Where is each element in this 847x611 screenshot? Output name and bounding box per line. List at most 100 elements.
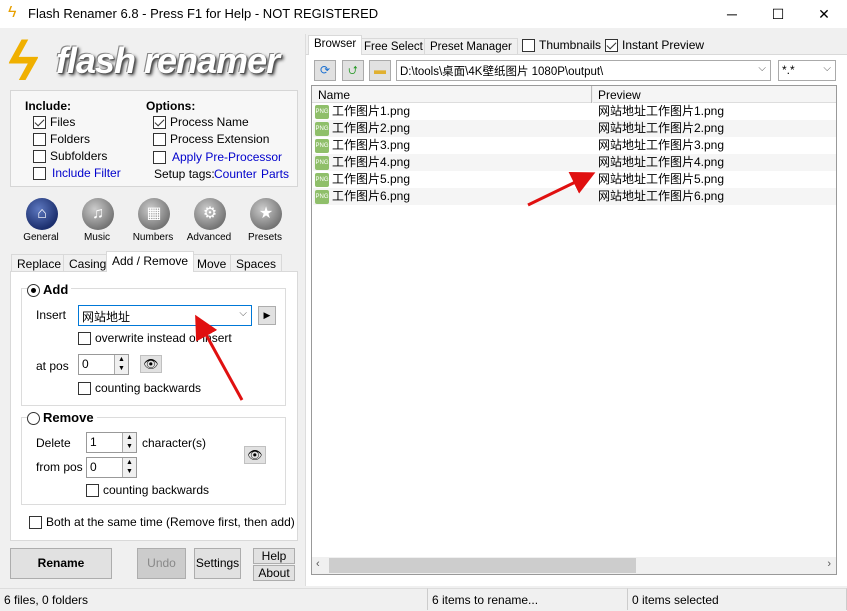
file-row[interactable]: PNG 工作图片6.png 网站地址工作图片6.png [313, 188, 836, 205]
scroll-left-icon[interactable]: ‹ [316, 558, 320, 570]
both-same-time-checkbox[interactable]: Both at the same time (Remove first, the… [29, 515, 295, 530]
file-row[interactable]: PNG 工作图片4.png 网站地址工作图片4.png [313, 154, 836, 171]
characters-label: character(s) [142, 436, 207, 450]
tab-replace[interactable]: Replace [11, 254, 68, 272]
counter-link[interactable]: Counter [214, 167, 257, 181]
folder-up-icon: ⮍ [348, 63, 358, 77]
maximize-button[interactable]: ☐ [755, 0, 801, 28]
tab-spaces[interactable]: Spaces [230, 254, 283, 272]
remove-counting-backwards-checkbox[interactable]: counting backwards [86, 483, 209, 498]
from-pos-stepper[interactable]: 0 ▲ ▼ [86, 457, 137, 478]
column-preview[interactable]: Preview [598, 88, 641, 102]
preview-eye-button[interactable]: 👁 [140, 355, 162, 373]
insert-label: Insert [36, 308, 67, 322]
file-row[interactable]: PNG 工作图片3.png 网站地址工作图片3.png [313, 137, 836, 154]
refresh-icon: ⟳ [319, 63, 331, 77]
status-files: 6 files, 0 folders [0, 588, 428, 610]
overwrite-checkbox[interactable]: overwrite instead of insert [78, 331, 232, 346]
folders-checkbox[interactable]: Folders [33, 132, 90, 147]
file-row[interactable]: PNG 工作图片5.png 网站地址工作图片5.png [313, 171, 836, 188]
file-list[interactable]: Name Preview PNG 工作图片1.png 网站地址工作图片1.png P… [311, 85, 837, 575]
instant-preview-checkbox[interactable]: Instant Preview [605, 38, 704, 53]
category-label: Numbers [132, 232, 174, 243]
png-file-icon: PNG [315, 121, 329, 136]
png-file-icon: PNG [315, 104, 329, 119]
at-pos-label: at pos [36, 359, 69, 373]
settings-button[interactable]: Settings [194, 548, 241, 579]
parts-link[interactable]: Parts [261, 167, 289, 181]
setup-tags-label: Setup tags: [154, 167, 215, 181]
process-extension-checkbox[interactable]: Process Extension [153, 132, 269, 147]
tab-move[interactable]: Move [191, 254, 233, 272]
category-advanced[interactable]: ⚙ [194, 198, 226, 230]
list-header: Name Preview [312, 86, 836, 103]
include-options-box: Include: Files Folders Subfolders Includ… [10, 90, 298, 187]
home-icon: ⌂ [26, 198, 58, 230]
include-filter-checkbox[interactable]: Include Filter [33, 166, 121, 181]
window-title: Flash Renamer 6.8 - Press F1 for Help - … [28, 6, 379, 21]
close-button[interactable]: ✕ [801, 0, 847, 28]
include-heading: Include: [25, 99, 72, 113]
refresh-button[interactable]: ⟳ [314, 60, 336, 81]
add-remove-panel: Add Insert 网站地址 ⌵ ▶ overwrite instead of… [10, 271, 298, 541]
horizontal-scrollbar[interactable]: ‹ › [312, 557, 836, 574]
insert-combobox[interactable]: 网站地址 ⌵ [78, 305, 252, 326]
scroll-right-icon[interactable]: › [827, 558, 831, 570]
tab-preset-manager[interactable]: Preset Manager [424, 38, 518, 55]
status-to-rename: 6 items to rename... [428, 588, 628, 610]
insert-menu-button[interactable]: ▶ [258, 306, 276, 325]
status-selected: 0 items selected [628, 588, 847, 610]
browse-folder-button[interactable]: ▬ [369, 60, 391, 81]
files-checkbox[interactable]: Files [33, 115, 75, 130]
about-button[interactable]: About [253, 565, 295, 581]
png-file-icon: PNG [315, 189, 329, 204]
app-lightning-icon: ϟ [8, 4, 17, 21]
from-pos-label: from pos [36, 460, 83, 474]
options-heading: Options: [146, 99, 196, 113]
category-label: General [23, 232, 59, 243]
category-label: Presets [248, 232, 282, 243]
tab-add-remove[interactable]: Add / Remove [106, 251, 195, 272]
chevron-down-icon: ⌵ [823, 63, 831, 74]
at-pos-stepper[interactable]: 0 ▲ ▼ [78, 354, 129, 375]
play-icon: ▶ [263, 310, 271, 320]
help-button[interactable]: Help [253, 548, 295, 564]
delete-label: Delete [36, 436, 71, 450]
filter-combobox[interactable]: *.* ⌵ [778, 60, 836, 81]
tab-casing[interactable]: Casing [63, 254, 113, 272]
tab-free-select[interactable]: Free Select [358, 38, 429, 55]
eye-icon: 👁 [247, 448, 263, 462]
file-row[interactable]: PNG 工作图片1.png 网站地址工作图片1.png [313, 103, 836, 120]
chevron-down-icon: ⌵ [239, 308, 247, 319]
minimize-button[interactable]: ─ [709, 0, 755, 28]
remove-preview-eye-button[interactable]: 👁 [244, 446, 266, 464]
category-music[interactable]: ♫ [82, 198, 114, 230]
title-bar: ϟ Flash Renamer 6.8 - Press F1 for Help … [0, 0, 847, 28]
star-icon: ★ [250, 198, 282, 230]
thumbnails-checkbox[interactable]: Thumbnails [522, 38, 601, 53]
logo-text: flash renamer [56, 40, 280, 81]
gear-icon: ⚙ [194, 198, 226, 230]
undo-button[interactable]: Undo [137, 548, 186, 579]
column-name[interactable]: Name [318, 88, 350, 102]
scrollbar-thumb[interactable] [329, 558, 636, 573]
remove-radio[interactable]: Remove [27, 410, 97, 426]
apply-preprocessor-checkbox[interactable]: Apply Pre-Processor [153, 150, 282, 165]
parent-folder-button[interactable]: ⮍ [342, 60, 364, 81]
file-row[interactable]: PNG 工作图片2.png 网站地址工作图片2.png [313, 120, 836, 137]
category-general[interactable]: ⌂ [26, 198, 58, 230]
subfolders-checkbox[interactable]: Subfolders [33, 149, 107, 164]
process-name-checkbox[interactable]: Process Name [153, 115, 249, 130]
delete-count-stepper[interactable]: 1 ▲ ▼ [86, 432, 137, 453]
category-presets[interactable]: ★ [250, 198, 282, 230]
lightning-logo-icon: ϟ [8, 29, 38, 92]
png-file-icon: PNG [315, 138, 329, 153]
path-combobox[interactable]: D:\tools\桌面\4K壁纸图片 1080P\output\ ⌵ [396, 60, 771, 81]
tab-browser[interactable]: Browser [308, 35, 363, 55]
logo: ϟ flash renamer [4, 29, 304, 92]
add-counting-backwards-checkbox[interactable]: counting backwards [78, 381, 201, 396]
category-numbers[interactable]: ▦ [138, 198, 170, 230]
add-radio[interactable]: Add [27, 282, 72, 298]
chevron-down-icon: ⌵ [758, 63, 766, 74]
rename-button[interactable]: Rename [10, 548, 112, 579]
